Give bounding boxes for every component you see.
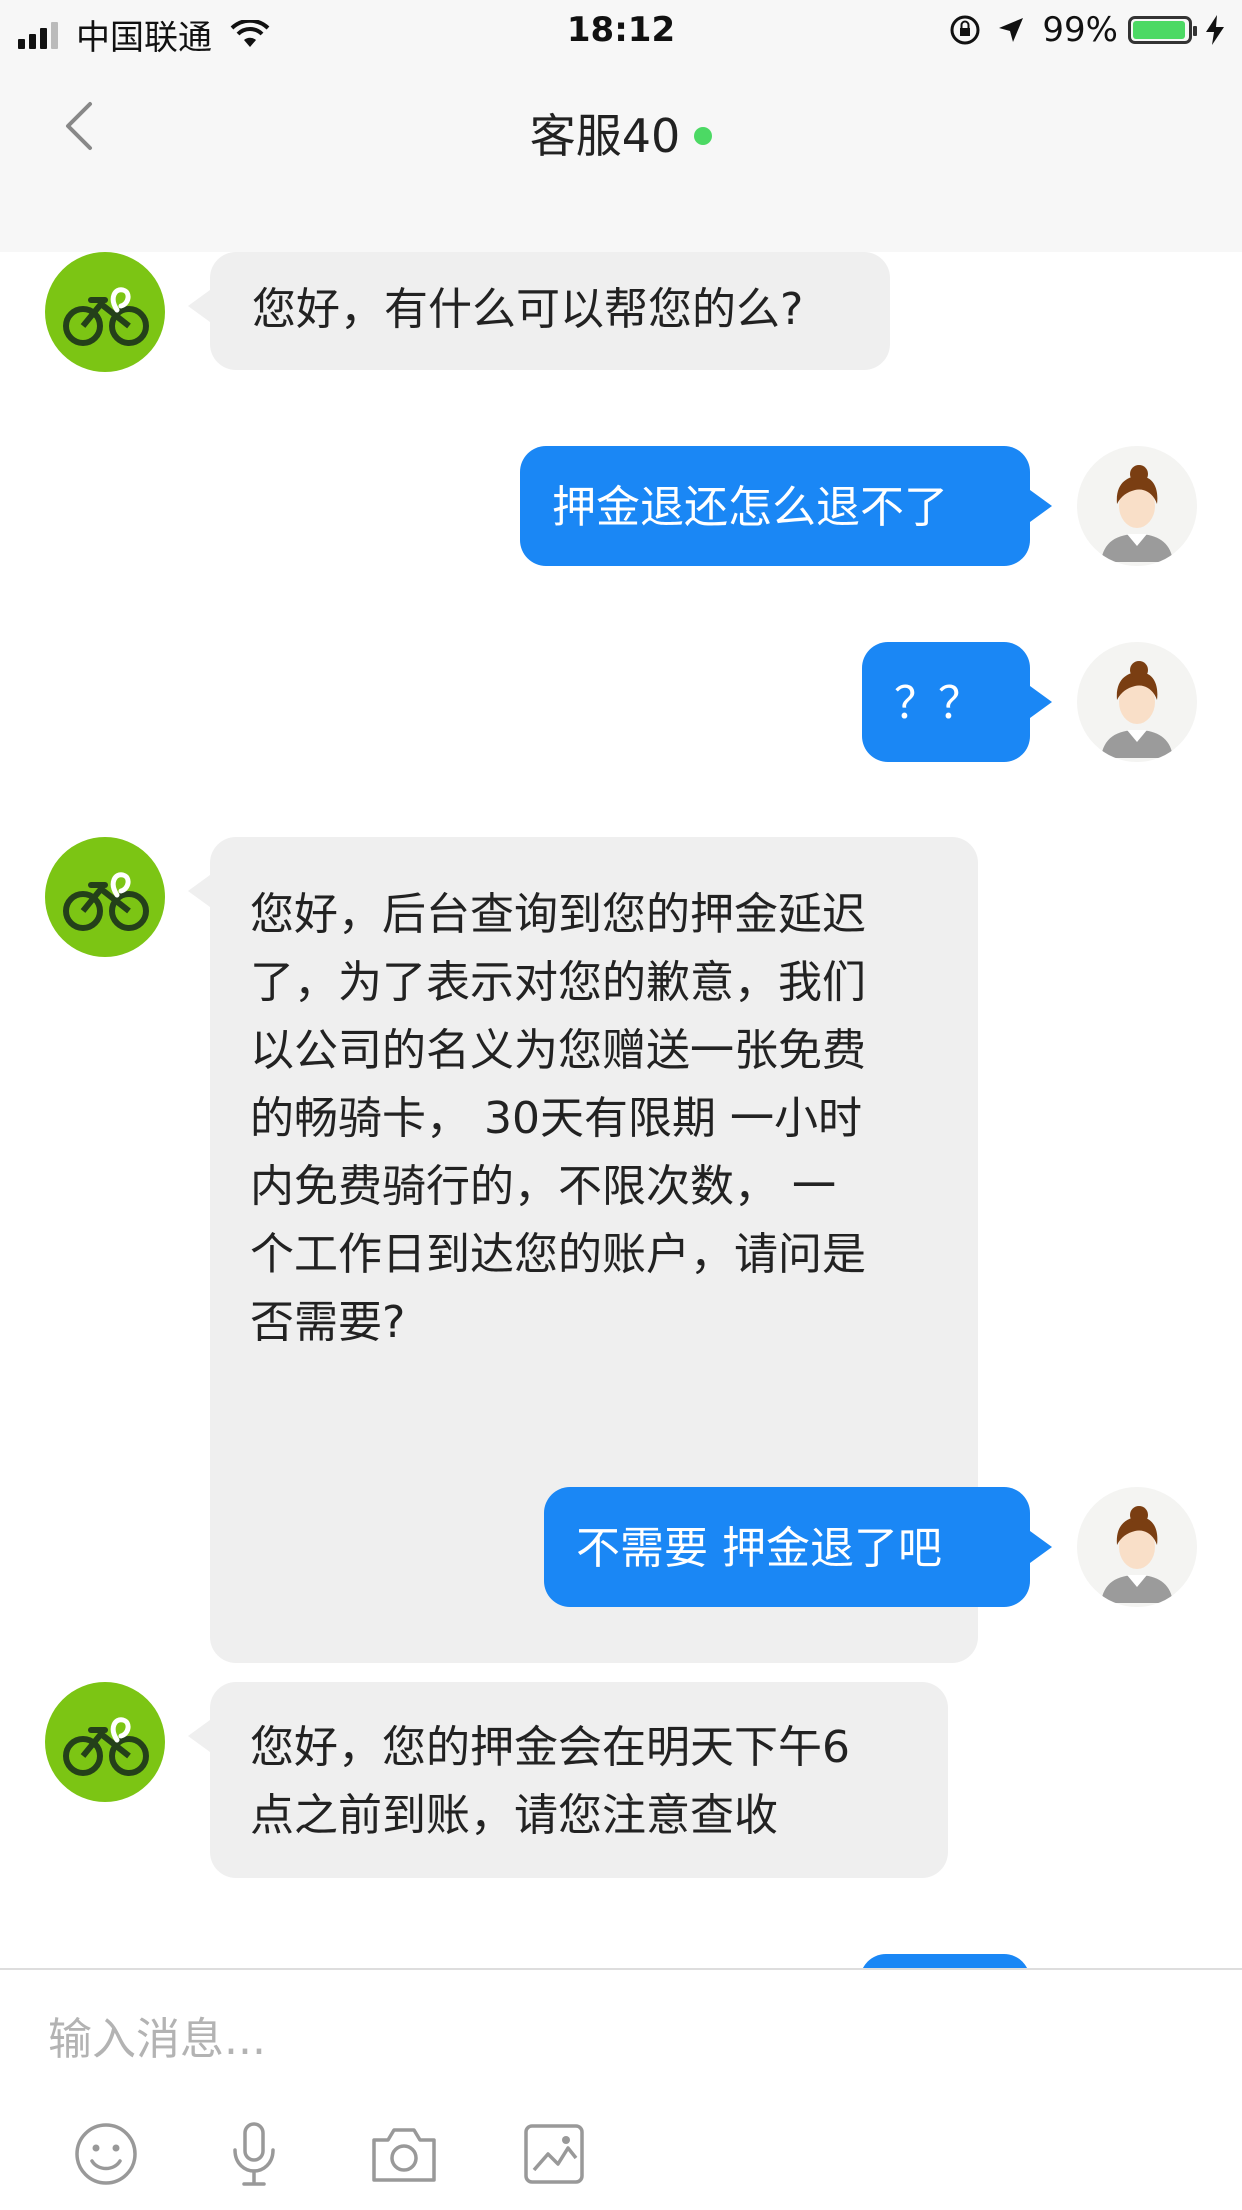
message-input[interactable] <box>46 2008 1200 2070</box>
user-avatar-icon <box>1101 661 1173 758</box>
message-line: 以公司的名义为您赠送一张免费 <box>250 1025 866 1076</box>
input-area <box>0 1968 1242 2210</box>
agent-avatar <box>45 837 165 957</box>
message-line: 的畅骑卡， 30天有限期 一小时 <box>250 1093 862 1144</box>
bubble-tail <box>1030 490 1052 522</box>
message-text: 押金退还怎么退不了 <box>552 482 948 533</box>
user-message[interactable]: 不需要 押金退了吧 <box>544 1487 1030 1607</box>
agent-avatar <box>45 252 165 372</box>
partial-user-message <box>860 1954 1030 1968</box>
bubble-tail <box>188 875 210 907</box>
bubble-tail <box>1030 1531 1052 1563</box>
bubble-tail <box>188 1720 210 1752</box>
message-line: 您好，您的押金会在明天下午6 <box>250 1722 850 1773</box>
user-avatar <box>1077 446 1197 566</box>
message-text: 不需要 押金退了吧 <box>576 1523 942 1574</box>
user-message[interactable]: ？？ <box>862 642 1030 762</box>
user-avatar-icon <box>1101 1506 1173 1603</box>
charging-icon <box>1206 15 1224 45</box>
battery-percent: 99% <box>1042 10 1118 50</box>
battery-icon <box>1128 16 1197 44</box>
status-right: 99% <box>948 10 1226 50</box>
bike-logo-icon <box>63 1717 149 1776</box>
nav-bar: 客服40 <box>0 62 1242 252</box>
user-avatar-icon <box>1101 465 1173 562</box>
message-line: 内免费骑行的，不限次数， 一 <box>250 1161 836 1212</box>
page-title: 客服40 <box>0 100 1242 166</box>
camera-icon[interactable] <box>368 2118 440 2190</box>
bike-logo-icon <box>63 872 149 931</box>
user-message[interactable]: 押金退还怎么退不了 <box>520 446 1030 566</box>
online-status-dot <box>694 126 713 145</box>
orientation-lock-icon <box>950 15 980 45</box>
user-avatar <box>1077 642 1197 762</box>
bubble-tail <box>1030 686 1052 718</box>
user-avatar <box>1077 1487 1197 1607</box>
agent-message[interactable]: 您好，有什么可以帮您的么? <box>210 252 890 370</box>
message-text: 您好，有什么可以帮您的么? <box>252 284 804 335</box>
agent-message[interactable]: 您好，您的押金会在明天下午6 点之前到账，请您注意查收 <box>210 1682 948 1878</box>
agent-avatar <box>45 1682 165 1802</box>
message-line: 了，为了表示对您的歉意，我们 <box>250 957 866 1008</box>
message-line: 个工作日到达您的账户，请问是 <box>250 1229 866 1280</box>
bubble-tail <box>188 290 210 322</box>
emoji-icon[interactable] <box>70 2118 142 2190</box>
message-list[interactable]: 您好，有什么可以帮您的么? 押金退还怎么退不了 ？？ 您好，后台查询到您的押金延… <box>0 252 1242 1968</box>
agent-name: 客服40 <box>529 109 681 163</box>
message-line: 否需要? <box>250 1297 406 1348</box>
status-bar: 中国联通 18:12 99% <box>0 0 1242 62</box>
bike-logo-icon <box>63 287 149 346</box>
image-icon[interactable] <box>518 2118 590 2190</box>
message-line: 您好，后台查询到您的押金延迟 <box>250 889 866 940</box>
message-text: ？？ <box>894 678 982 729</box>
location-icon <box>999 18 1024 42</box>
microphone-icon[interactable] <box>218 2118 290 2190</box>
message-line: 点之前到账，请您注意查收 <box>250 1790 778 1841</box>
